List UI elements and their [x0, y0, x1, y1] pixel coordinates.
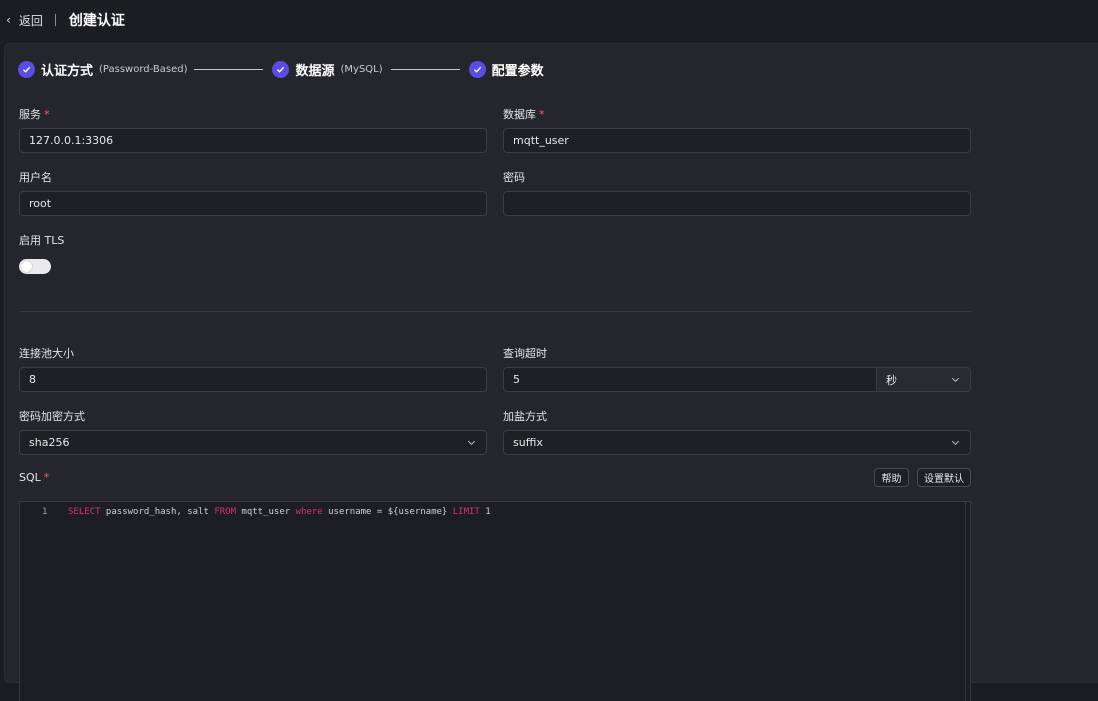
step-subtitle: (Password-Based) [99, 63, 188, 75]
chevron-left-icon[interactable]: ‹ [6, 13, 11, 27]
timeout-unit-select[interactable]: 秒 [877, 367, 971, 392]
required-mark: * [44, 108, 50, 121]
query-timeout-value: 5 [513, 373, 520, 386]
sql-keyword: LIMIT [452, 507, 480, 517]
required-mark: * [539, 108, 545, 121]
salt-position-value: suffix [513, 436, 543, 449]
step-title: 配置参数 [491, 63, 544, 79]
query-timeout-label: 查询超时 [503, 347, 547, 360]
form-card: 认证方式 (Password-Based) 数据源 (MySQL) 配置参数 服… [4, 43, 1098, 701]
step-config: 配置参数 [468, 60, 544, 79]
check-icon [18, 60, 35, 78]
tls-label: 启用 TLS [19, 234, 65, 247]
pool-size-label: 连接池大小 [19, 347, 74, 360]
sql-keyword: FROM [214, 507, 236, 517]
page-title: 创建认证 [68, 13, 125, 29]
step-subtitle: (MySQL) [340, 63, 383, 75]
sql-label-text: SQL [19, 471, 41, 484]
step-data-source: 数据源 (MySQL) [272, 60, 383, 79]
editor-gutter: 1 [20, 502, 60, 701]
server-label: 服务 * [19, 106, 50, 122]
header-separator [54, 14, 56, 26]
salt-position-label: 加盐方式 [503, 410, 547, 423]
chevron-down-icon [951, 377, 960, 383]
password-hash-value: sha256 [29, 436, 70, 449]
editor-scrollbar[interactable] [965, 502, 970, 701]
sql-label: SQL * [19, 471, 49, 484]
step-title: 认证方式 [41, 63, 94, 79]
step-connector [194, 68, 264, 70]
sql-keyword: SELECT [68, 507, 101, 517]
set-default-button[interactable]: 设置默认 [917, 468, 971, 487]
step-title: 数据源 [295, 63, 335, 79]
chevron-down-icon [467, 440, 476, 446]
line-number: 1 [42, 507, 48, 517]
section-divider [19, 311, 971, 312]
salt-position-select[interactable]: suffix [503, 430, 971, 455]
database-value: mqtt_user [513, 134, 569, 147]
back-link[interactable]: 返回 [19, 12, 43, 29]
password-hash-label: 密码加密方式 [19, 410, 85, 423]
server-label-text: 服务 [19, 108, 41, 121]
check-icon [468, 60, 486, 78]
server-value: 127.0.0.1:3306 [29, 134, 114, 147]
pool-size-value: 8 [29, 373, 36, 386]
password-input[interactable] [503, 191, 971, 216]
sql-text: username = ${username} [322, 507, 453, 517]
database-label-text: 数据库 [503, 108, 536, 121]
code-line: SELECT password_hash, salt FROM mqtt_use… [68, 507, 491, 517]
username-input[interactable]: root [19, 191, 487, 216]
database-input[interactable]: mqtt_user [503, 128, 971, 153]
query-timeout-input[interactable]: 5 [503, 367, 877, 392]
database-label: 数据库 * [503, 106, 545, 122]
sql-text: password_hash, salt [100, 507, 215, 517]
tls-toggle[interactable] [19, 259, 51, 274]
timeout-unit-value: 秒 [886, 373, 897, 387]
username-label: 用户名 [19, 171, 52, 184]
sql-editor[interactable]: 1 SELECT password_hash, salt FROM mqtt_u… [19, 501, 971, 701]
chevron-down-icon [951, 440, 960, 446]
server-input[interactable]: 127.0.0.1:3306 [19, 128, 487, 153]
password-label: 密码 [503, 171, 525, 184]
sql-text: 1 [479, 507, 491, 517]
top-bar: ‹ 返回 创建认证 [0, 0, 1098, 40]
password-hash-select[interactable]: sha256 [19, 430, 487, 455]
step-connector [390, 68, 460, 70]
step-auth-method: 认证方式 (Password-Based) [18, 60, 187, 79]
username-value: root [29, 197, 52, 210]
sql-text: mqtt_user [236, 507, 296, 517]
steps-bar: 认证方式 (Password-Based) 数据源 (MySQL) 配置参数 [18, 60, 544, 79]
pool-size-input[interactable]: 8 [19, 367, 487, 392]
required-mark: * [43, 471, 50, 484]
sql-keyword: where [295, 507, 323, 517]
check-icon [272, 60, 290, 78]
toggle-knob [21, 261, 32, 272]
help-button[interactable]: 帮助 [874, 468, 909, 487]
